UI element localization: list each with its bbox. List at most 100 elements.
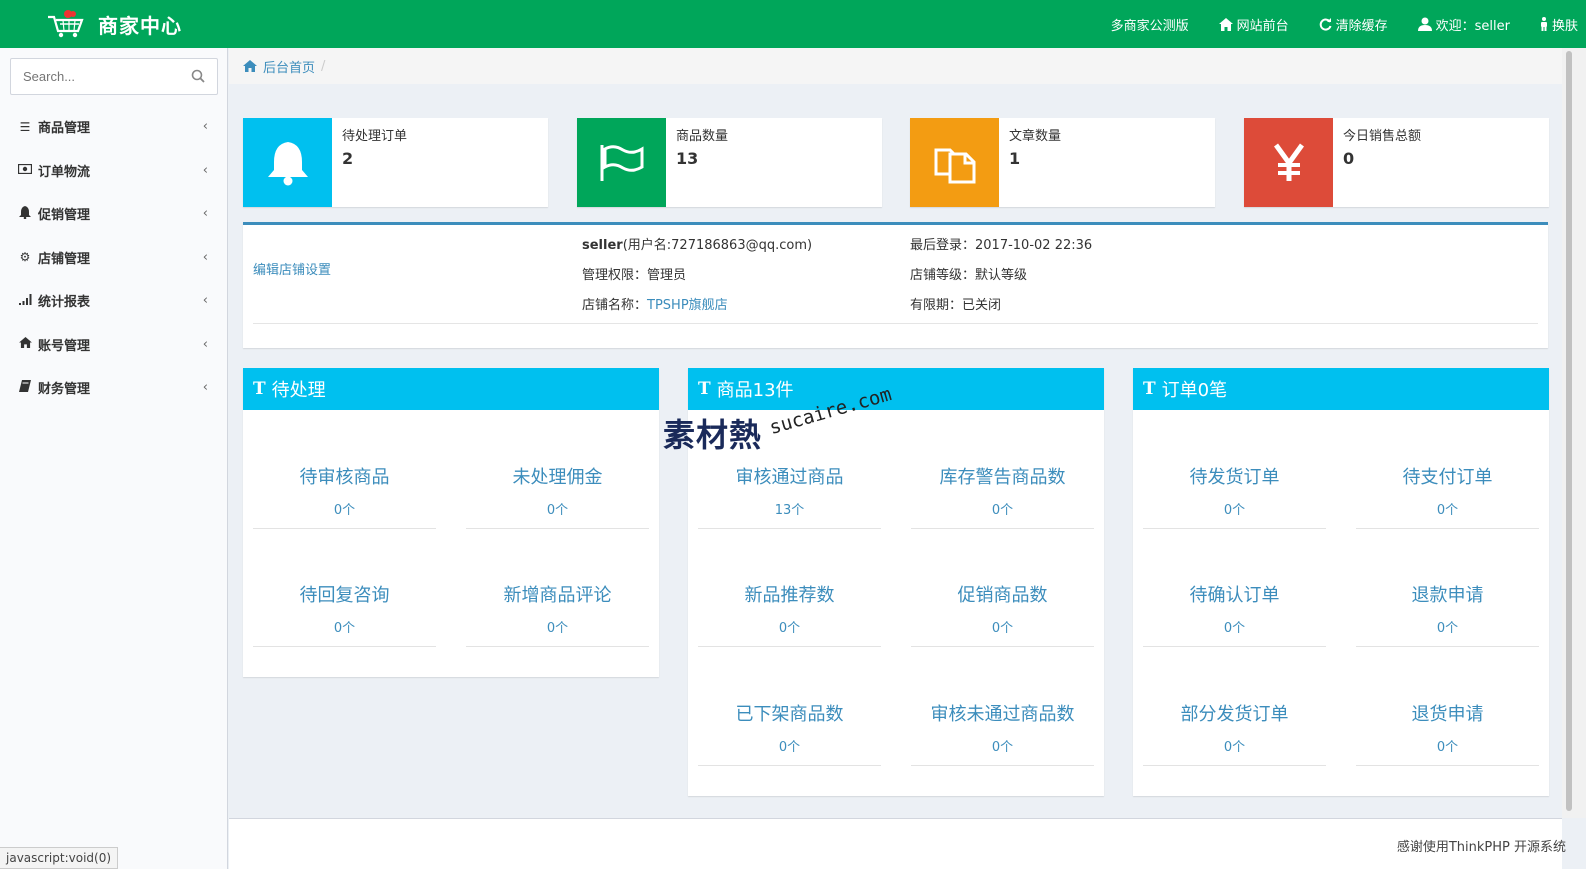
panel-header: T 待处理 [243, 368, 659, 410]
stat-return-requests[interactable]: 退货申请 0个 [1356, 647, 1539, 766]
stat-rejected-goods[interactable]: 审核未通过商品数 0个 [911, 647, 1094, 766]
stat-new-comments[interactable]: 新增商品评论 0个 [466, 529, 649, 647]
profile-role-label: 管理权限： [582, 268, 648, 283]
text-height-icon: T [698, 379, 711, 399]
panel-body: 待审核商品 0个 未处理佣金 0个 待回复咨询 0个 新增商品评论 0个 [243, 410, 659, 677]
stat-to-confirm-orders[interactable]: 待确认订单 0个 [1143, 529, 1326, 647]
panel-body: 审核通过商品 13个 库存警告商品数 0个 新品推荐数 0个 促销商品数 0个 已下架商… [688, 410, 1104, 796]
book-icon [18, 380, 32, 395]
sidebar-item-account[interactable]: 账号管理 ‹ [0, 323, 228, 367]
chevron-left-icon: ‹ [202, 119, 208, 134]
nav-frontend-label: 网站前台 [1236, 18, 1289, 34]
stat-new-recommended[interactable]: 新品推荐数 0个 [698, 529, 881, 647]
sidebar-menu: ☰ 商品管理 ‹ 订单物流 ‹ 促销管理 ‹ ⚙ 店铺管理 ‹ 统计报表 ‹ 账… [0, 105, 228, 410]
edit-shop-settings-link[interactable]: 编辑店铺设置 [253, 259, 331, 278]
profile-level-value: 默认等级 [975, 268, 1028, 283]
top-header: 商家中心 多商家公测版 网站前台 清除缓存 欢迎：seller 换肤 [0, 0, 1586, 48]
stat-promo-goods[interactable]: 促销商品数 0个 [911, 529, 1094, 647]
stat-partial-shipped[interactable]: 部分发货订单 0个 [1143, 647, 1326, 766]
stat-to-ship-orders[interactable]: 待发货订单 0个 [1143, 410, 1326, 529]
vertical-scrollbar[interactable] [1562, 48, 1586, 818]
chevron-left-icon: ‹ [202, 206, 208, 221]
search-icon[interactable] [191, 69, 205, 83]
stat-unprocessed-commission[interactable]: 未处理佣金 0个 [466, 410, 649, 529]
stat-count: 0个 [991, 502, 1014, 518]
profile-shop-link[interactable]: TPSHP旗舰店 [647, 298, 728, 313]
infobox-value: 1 [1009, 149, 1021, 168]
sidebar-item-label: 店铺管理 [38, 251, 91, 267]
infobox-today-sales: 今日销售总额 0 [1244, 118, 1549, 207]
stat-refund-requests[interactable]: 退款申请 0个 [1356, 529, 1539, 647]
panel-title: 待处理 [271, 380, 326, 401]
app-title: 商家中心 [98, 13, 182, 38]
profile-col-account: seller(用户名:727186863@qq.com) 管理权限：管理员 店铺… [582, 237, 812, 327]
top-nav: 多商家公测版 网站前台 清除缓存 欢迎：seller 换肤 [1081, 0, 1578, 48]
footer: 感谢使用ThinkPHP 开源系统 [229, 818, 1566, 869]
sidebar-item-promotion[interactable]: 促销管理 ‹ [0, 192, 228, 236]
text-height-icon: T [1143, 379, 1156, 399]
nav-clear-cache-label: 清除缓存 [1335, 18, 1388, 34]
panel-body: 待发货订单 0个 待支付订单 0个 待确认订单 0个 退款申请 0个 部分发货订单 0个 … [1133, 410, 1549, 796]
stat-stock-warning[interactable]: 库存警告商品数 0个 [911, 410, 1094, 529]
infobox-goods-count: 商品数量 13 [577, 118, 882, 207]
panel-header: T 订单0笔 [1133, 368, 1549, 410]
stat-offshelf-goods[interactable]: 已下架商品数 0个 [698, 647, 881, 766]
footer-text: 感谢使用ThinkPHP 开源系统 [1396, 840, 1566, 855]
profile-expiry-value: 已关闭 [962, 298, 1002, 313]
stat-count: 0个 [1436, 502, 1459, 518]
stat-label: 待发货订单 [1189, 466, 1280, 488]
infobox-icon-bg [1244, 118, 1333, 207]
stat-to-pay-orders[interactable]: 待支付订单 0个 [1356, 410, 1539, 529]
scrollbar-thumb[interactable] [1566, 51, 1572, 811]
stat-label: 部分发货订单 [1180, 703, 1289, 725]
infobox-pending-orders: 待处理订单 2 [243, 118, 548, 207]
breadcrumb-home-link[interactable]: 后台首页 [263, 57, 315, 76]
panel-title: 订单0笔 [1161, 380, 1228, 401]
search-box [10, 58, 218, 95]
sidebar-item-goods[interactable]: ☰ 商品管理 ‹ [0, 105, 228, 149]
stat-label: 退货申请 [1411, 703, 1484, 725]
search-input[interactable] [11, 59, 181, 94]
nav-frontend[interactable]: 网站前台 [1218, 15, 1289, 34]
chevron-left-icon: ‹ [202, 293, 208, 308]
infobox-label: 待处理订单 [342, 129, 408, 144]
stat-count: 0个 [991, 739, 1014, 755]
nav-version[interactable]: 多商家公测版 [1111, 15, 1189, 34]
sidebar: ☰ 商品管理 ‹ 订单物流 ‹ 促销管理 ‹ ⚙ 店铺管理 ‹ [0, 48, 228, 869]
nav-skin[interactable]: 换肤 [1540, 15, 1578, 34]
stat-pending-review-goods[interactable]: 待审核商品 0个 [253, 410, 436, 529]
nav-skin-label: 换肤 [1551, 18, 1578, 34]
stat-approved-goods[interactable]: 审核通过商品 13个 [698, 410, 881, 529]
sidebar-item-label: 促销管理 [38, 208, 91, 224]
nav-clear-cache[interactable]: 清除缓存 [1319, 15, 1388, 34]
sidebar-item-reports[interactable]: 统计报表 ‹ [0, 279, 228, 323]
bell-icon [267, 141, 308, 185]
stat-pending-consult[interactable]: 待回复咨询 0个 [253, 529, 436, 647]
infobox-value: 0 [1343, 149, 1355, 168]
user-icon [1417, 17, 1432, 31]
infobox-icon-bg [577, 118, 666, 207]
home-icon [1218, 17, 1233, 31]
profile-level-label: 店铺等级： [910, 268, 976, 283]
stat-count: 0个 [1436, 739, 1459, 755]
bell-icon [18, 205, 32, 222]
list-icon: ☰ [19, 119, 31, 134]
stat-count: 0个 [546, 502, 569, 518]
sidebar-item-shop[interactable]: ⚙ 店铺管理 ‹ [0, 236, 228, 280]
stat-label: 未处理佣金 [512, 466, 603, 488]
stat-label: 促销商品数 [957, 585, 1048, 606]
cart-logo-icon [48, 10, 84, 38]
infobox-icon-bg [243, 118, 332, 207]
sidebar-item-orders[interactable]: 订单物流 ‹ [0, 149, 228, 193]
infobox-text: 商品数量 13 [666, 118, 738, 207]
profile-last-login-row: 最后登录：2017-10-02 22:36 [910, 237, 1092, 267]
panel-header: T 商品13件 [688, 368, 1104, 410]
sidebar-item-finance[interactable]: 财务管理 ‹ [0, 366, 228, 410]
home-icon [18, 337, 32, 351]
profile-expiry-label: 有限期： [910, 298, 963, 313]
brand[interactable]: 商家中心 [46, 8, 182, 40]
nav-user[interactable]: 欢迎：seller [1417, 15, 1510, 34]
panel-pending: T 待处理 待审核商品 0个 未处理佣金 0个 待回复咨询 0个 新增商品评论 0个 [243, 368, 659, 677]
text-height-icon: T [253, 379, 266, 399]
yen-icon [1273, 143, 1304, 181]
